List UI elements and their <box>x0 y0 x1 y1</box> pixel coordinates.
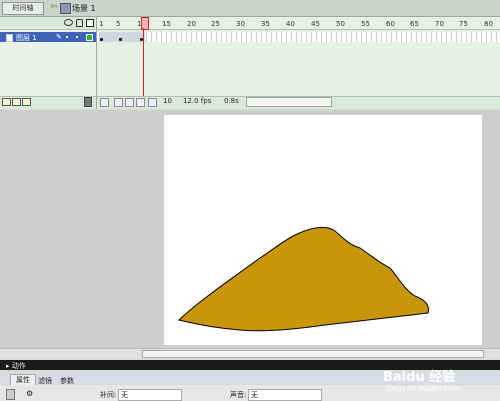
settings-icon: ⚙ <box>26 389 34 398</box>
scrollbar-thumb[interactable] <box>142 350 484 358</box>
drawn-shape[interactable] <box>177 226 429 332</box>
shape-canvas <box>177 226 429 332</box>
tween-label: 补间: <box>100 391 117 399</box>
tween-select[interactable]: 无 <box>118 389 182 401</box>
watermark-url: jingyan.baidu.com <box>387 384 461 393</box>
sound-label: 声音: <box>230 391 247 399</box>
watermark-brand: Baidu 经验 <box>383 370 456 385</box>
actions-label[interactable]: ▸ 动作 <box>6 361 26 371</box>
sound-select[interactable]: 无 <box>248 389 322 401</box>
frame-icon <box>6 389 15 400</box>
